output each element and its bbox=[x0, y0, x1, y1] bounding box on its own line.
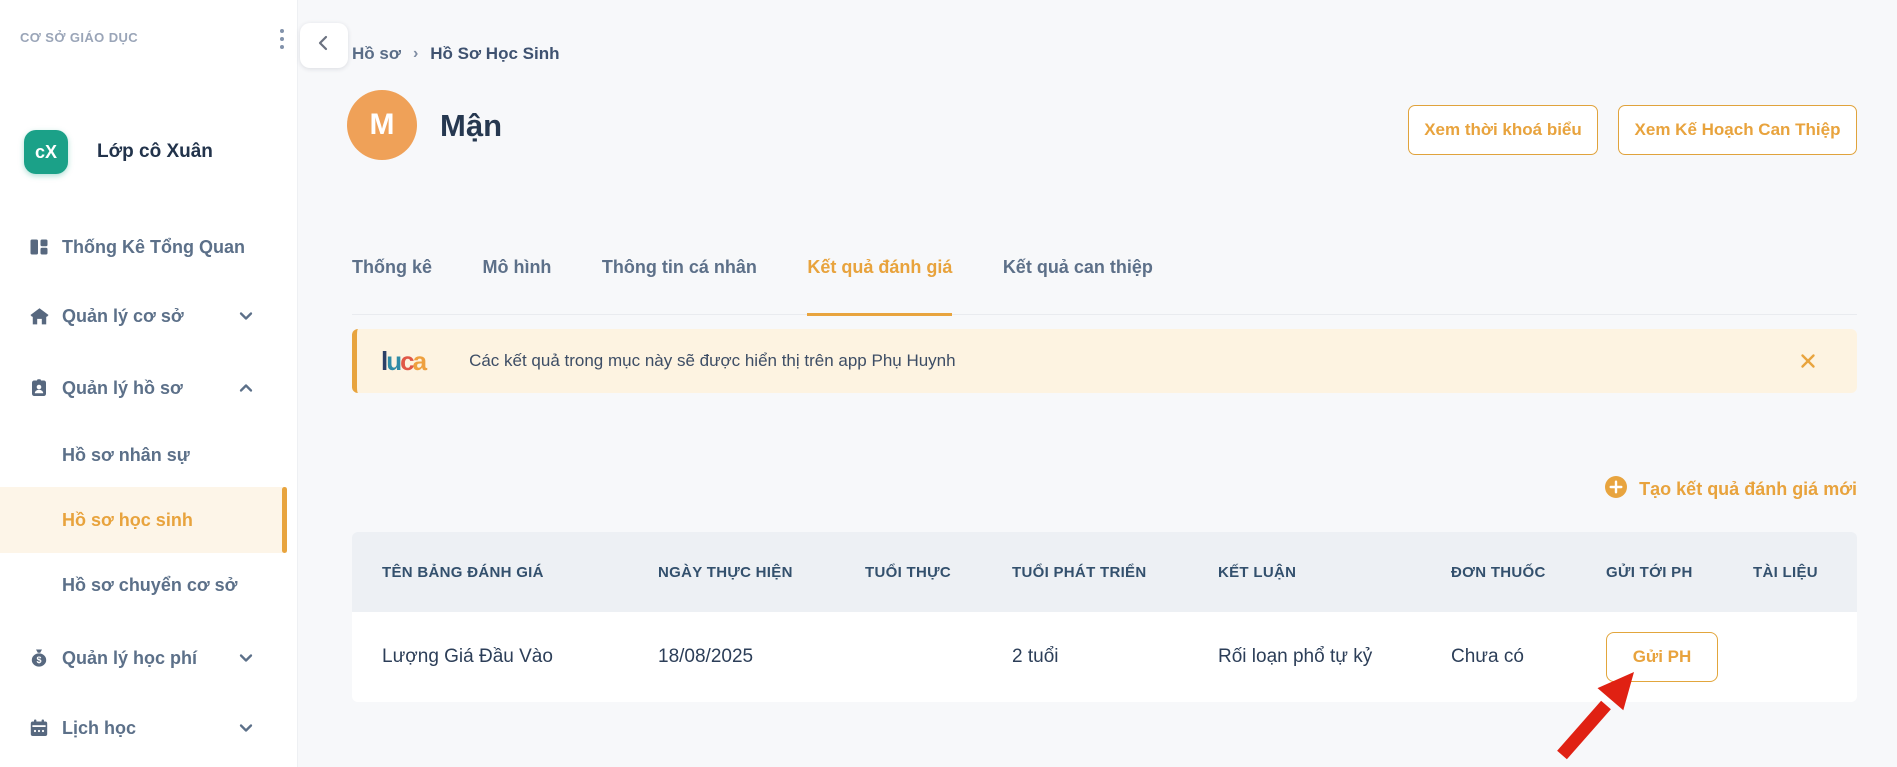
breadcrumb-separator: › bbox=[413, 45, 418, 63]
tab-bar: Thống kê Mô hình Thông tin cá nhân Kết q… bbox=[352, 256, 1857, 315]
col-header-tuoi-phat-trien: TUỔI PHÁT TRIỂN bbox=[1012, 564, 1218, 581]
tab-thong-tin-ca-nhan[interactable]: Thông tin cá nhân bbox=[602, 256, 757, 316]
chevron-down-icon bbox=[236, 648, 256, 668]
sidebar-item-ho-so-hoc-sinh[interactable]: Hồ sơ học sinh bbox=[0, 487, 287, 553]
view-intervention-plan-button[interactable]: Xem Kế Hoạch Can Thiệp bbox=[1618, 105, 1857, 155]
col-header-ket-luan: KẾT LUẬN bbox=[1218, 564, 1451, 581]
page-title: Mận bbox=[440, 108, 502, 144]
tab-ket-qua-can-thiep[interactable]: Kết quả can thiệp bbox=[1003, 256, 1153, 316]
table-header-row: TÊN BẢNG ĐÁNH GIÁ NGÀY THỰC HIỆN TUỔI TH… bbox=[352, 532, 1857, 612]
svg-text:$: $ bbox=[36, 655, 41, 665]
sidebar-item-ho-so-nhan-su[interactable]: Hồ sơ nhân sự bbox=[0, 422, 287, 488]
kebab-menu-icon[interactable] bbox=[270, 26, 294, 52]
sidebar-item-quan-ly-hoc-phi[interactable]: $ Quản lý học phí bbox=[0, 625, 287, 691]
sidebar-item-ho-so-chuyen-co-so[interactable]: Hồ sơ chuyển cơ sở bbox=[0, 552, 287, 618]
cell-date: 18/08/2025 bbox=[658, 646, 865, 668]
info-banner: luca Các kết quả trong mục này sẽ được h… bbox=[352, 329, 1857, 393]
col-header-gui-toi-ph: GỬI TỚI PH bbox=[1606, 564, 1753, 581]
col-header-ten-bang: TÊN BẢNG ĐÁNH GIÁ bbox=[382, 564, 658, 581]
sidebar-item-quan-ly-co-so[interactable]: Quản lý cơ sở bbox=[0, 283, 287, 349]
tab-mo-hinh[interactable]: Mô hình bbox=[482, 256, 551, 316]
workspace-avatar: cX bbox=[24, 130, 68, 174]
sidebar: CƠ SỞ GIÁO DỤC cX Lớp cô Xuân Thống Kê T… bbox=[0, 0, 298, 767]
view-timetable-button[interactable]: Xem thời khoá biểu bbox=[1408, 105, 1598, 155]
money-bag-icon: $ bbox=[28, 647, 50, 669]
calendar-icon bbox=[28, 717, 50, 739]
col-header-don-thuoc: ĐƠN THUỐC bbox=[1451, 564, 1606, 581]
cell-prescription: Chưa có bbox=[1451, 646, 1606, 668]
dashboard-icon bbox=[28, 236, 50, 258]
student-avatar: M bbox=[347, 90, 417, 160]
luca-logo: luca bbox=[381, 346, 425, 377]
send-to-parent-button[interactable]: Gửi PH bbox=[1606, 632, 1718, 682]
assessment-table: TÊN BẢNG ĐÁNH GIÁ NGÀY THỰC HIỆN TUỔI TH… bbox=[352, 532, 1857, 702]
create-assessment-label: Tạo kết quả đánh giá mới bbox=[1639, 479, 1857, 500]
plus-circle-icon bbox=[1605, 476, 1627, 503]
cell-send-to-parent: Gửi PH bbox=[1606, 632, 1753, 682]
cell-dev-age: 2 tuổi bbox=[1012, 646, 1218, 668]
chevron-down-icon bbox=[236, 306, 256, 326]
chevron-down-icon bbox=[236, 718, 256, 738]
cell-conclusion: Rối loạn phổ tự kỷ bbox=[1218, 646, 1451, 668]
table-row: Lượng Giá Đầu Vào 18/08/2025 2 tuổi Rối … bbox=[352, 612, 1857, 702]
breadcrumb-ho-so[interactable]: Hồ sơ bbox=[352, 44, 401, 64]
breadcrumb-current: Hồ Sơ Học Sinh bbox=[430, 44, 559, 64]
close-icon[interactable] bbox=[1797, 350, 1819, 372]
tab-ket-qua-danh-gia[interactable]: Kết quả đánh giá bbox=[807, 256, 952, 316]
chevron-up-icon bbox=[236, 378, 256, 398]
id-badge-icon bbox=[28, 377, 50, 399]
col-header-tuoi-thuc: TUỔI THỰC bbox=[865, 564, 1012, 581]
create-assessment-link[interactable]: Tạo kết quả đánh giá mới bbox=[1605, 476, 1857, 503]
home-icon bbox=[28, 305, 50, 327]
sidebar-item-lich-hoc[interactable]: Lịch học bbox=[0, 695, 287, 761]
col-header-tai-lieu: TÀI LIỆU bbox=[1753, 564, 1857, 581]
tab-thong-ke[interactable]: Thống kê bbox=[352, 256, 432, 316]
col-header-ngay-thuc-hien: NGÀY THỰC HIỆN bbox=[658, 564, 865, 581]
org-label: CƠ SỞ GIÁO DỤC bbox=[20, 30, 138, 45]
sidebar-item-thong-ke-tong-quan[interactable]: Thống Kê Tổng Quan bbox=[0, 214, 287, 280]
cell-assessment-name: Lượng Giá Đầu Vào bbox=[382, 646, 658, 668]
workspace-switcher[interactable]: cX Lớp cô Xuân bbox=[24, 130, 213, 174]
breadcrumb: Hồ sơ › Hồ Sơ Học Sinh bbox=[352, 44, 559, 64]
chevron-left-icon bbox=[314, 33, 334, 58]
banner-message: Các kết quả trong mục này sẽ được hiển t… bbox=[469, 351, 956, 371]
sidebar-collapse-button[interactable] bbox=[300, 23, 348, 68]
app-root: CƠ SỞ GIÁO DỤC cX Lớp cô Xuân Thống Kê T… bbox=[0, 0, 1897, 767]
sidebar-item-quan-ly-ho-so[interactable]: Quản lý hồ sơ bbox=[0, 355, 287, 421]
workspace-name: Lớp cô Xuân bbox=[97, 141, 213, 163]
